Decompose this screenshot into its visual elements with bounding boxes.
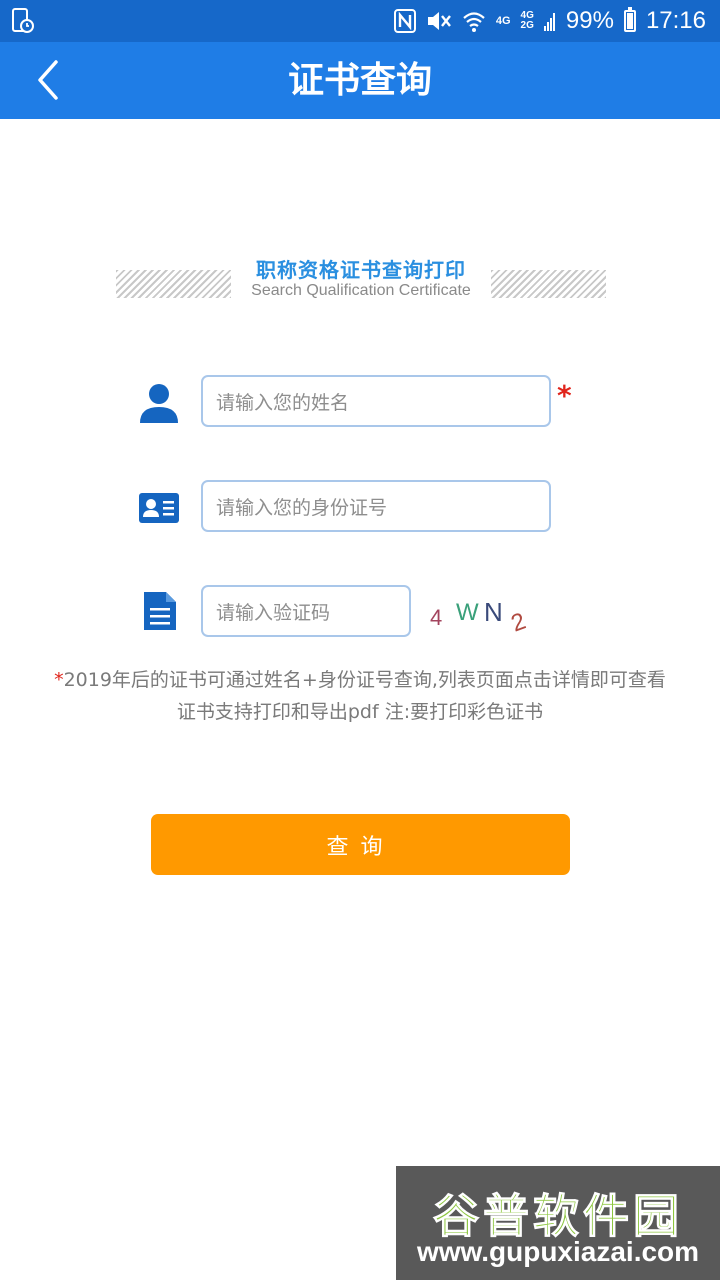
query-note: *2019年后的证书可通过姓名+身份证号查询,列表页面点击详情即可查看 证书支持…: [40, 664, 680, 728]
mute-icon: [427, 12, 451, 30]
id-number-row: 请输入您的身份证号: [0, 480, 720, 534]
nfc-icon: [393, 9, 416, 33]
user-icon: [140, 384, 178, 423]
section-banner: 职称资格证书查询打印 Search Qualification Certific…: [116, 250, 606, 310]
battery-percent: 99%: [565, 7, 614, 34]
note-line-1: *2019年后的证书可通过姓名+身份证号查询,列表页面点击详情即可查看: [54, 669, 666, 691]
captcha-input-placeholder: 请输入验证码: [216, 601, 331, 624]
id-number-input[interactable]: 请输入您的身份证号: [201, 480, 551, 532]
document-icon: [144, 592, 176, 630]
watermark-url: www.gupuxiazai.com: [416, 1236, 700, 1267]
query-button[interactable]: 查询: [151, 814, 570, 875]
captcha-row: 请输入验证码 4 W N 2: [0, 585, 720, 639]
clock: 17:16: [645, 7, 706, 34]
page-title: 证书查询: [287, 60, 432, 101]
network-stack: 4G 2G: [520, 10, 534, 31]
captcha-input[interactable]: 请输入验证码: [201, 585, 411, 637]
captcha-char: N: [484, 597, 503, 627]
screenshot-notification-icon: [12, 8, 34, 33]
name-row: 请输入您的姓名 *: [0, 375, 720, 429]
banner-title: 职称资格证书查询打印: [256, 258, 466, 282]
captcha-char: 4: [430, 605, 443, 630]
signal-icon: [543, 13, 555, 31]
back-button[interactable]: [24, 56, 72, 104]
banner-subtitle: Search Qualification Certificate: [251, 282, 471, 299]
name-input-placeholder: 请输入您的姓名: [216, 391, 350, 414]
captcha-char: 2: [507, 607, 530, 638]
watermark: 谷普软件园 www.gupuxiazai.com: [396, 1166, 720, 1280]
id-card-icon: [139, 493, 179, 523]
battery-icon: [623, 7, 636, 32]
network-type: 4G: [495, 14, 511, 27]
required-mark: *: [557, 379, 572, 412]
id-number-input-placeholder: 请输入您的身份证号: [216, 496, 388, 519]
name-input[interactable]: 请输入您的姓名: [201, 375, 551, 427]
captcha-image[interactable]: 4 W N 2: [428, 593, 538, 638]
status-bar: 4G 4G 2G 99% 17:16: [0, 0, 720, 42]
captcha-char: W: [456, 599, 479, 626]
note-line-2: 证书支持打印和导出pdf 注:要打印彩色证书: [176, 701, 544, 723]
wifi-icon: [463, 12, 485, 32]
status-icons: 4G 4G 2G 99% 17:16: [393, 0, 706, 42]
app-bar: 证书查询: [0, 42, 720, 119]
chevron-left-icon: [38, 60, 58, 100]
